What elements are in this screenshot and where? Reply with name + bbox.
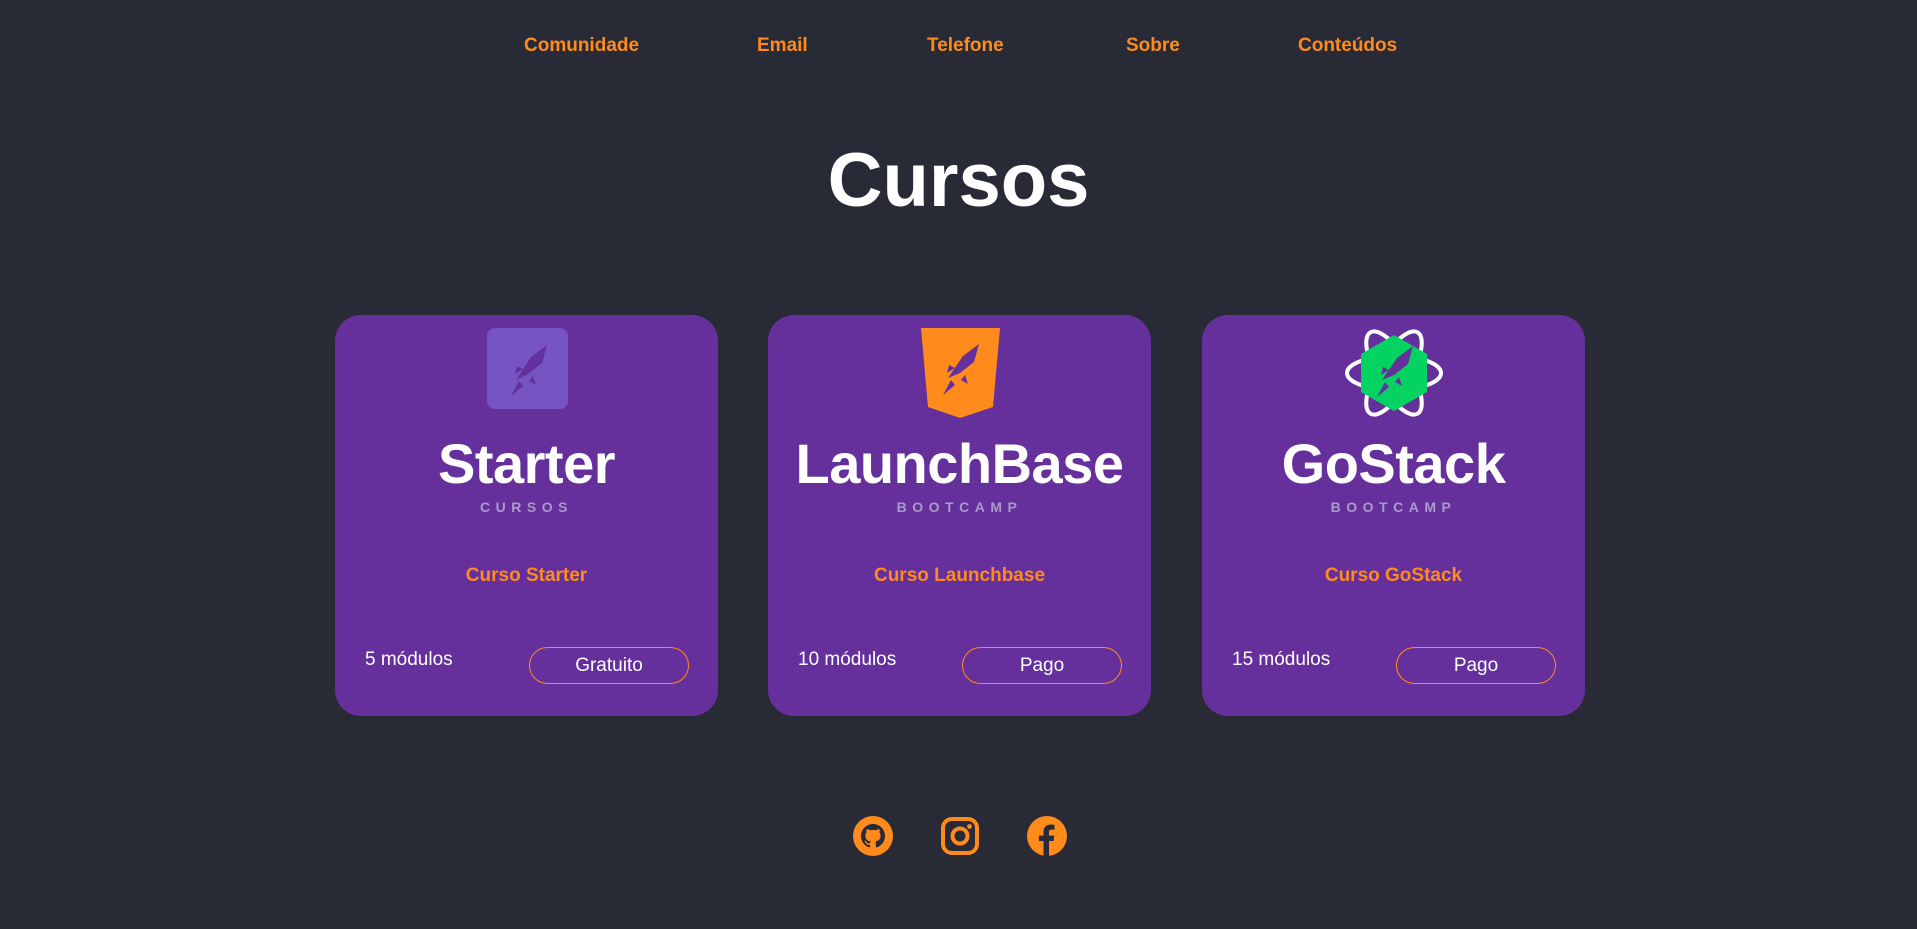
starter-logo-icon <box>475 327 579 421</box>
nav-link-telefone[interactable]: Telefone <box>927 34 1004 58</box>
nav-link-comunidade[interactable]: Comunidade <box>524 34 639 58</box>
page-title: Cursos <box>827 138 1090 223</box>
facebook-icon[interactable] <box>1027 816 1067 856</box>
card-subtitle: BOOTCAMP <box>896 499 1023 515</box>
card-modules-count: 15 módulos <box>1232 649 1331 670</box>
page: Comunidade Email Telefone Sobre Conteúdo… <box>0 0 1917 929</box>
course-card-gostack[interactable]: GoStack BOOTCAMP Curso GoStack 15 módulo… <box>1202 315 1585 716</box>
nav-link-email[interactable]: Email <box>757 34 808 58</box>
card-course-name: Curso Starter <box>465 565 588 586</box>
top-nav: Comunidade Email Telefone Sobre Conteúdo… <box>0 34 1917 58</box>
github-icon[interactable] <box>853 816 893 856</box>
card-title: Starter <box>437 432 616 495</box>
card-title: GoStack <box>1281 432 1506 495</box>
card-modules-count: 10 módulos <box>798 649 897 670</box>
card-modules-count: 5 módulos <box>365 649 453 670</box>
price-button[interactable]: Pago <box>962 647 1122 684</box>
card-title: LaunchBase <box>795 432 1125 495</box>
react-node-logo-icon <box>1342 327 1446 421</box>
course-card-launchbase[interactable]: LaunchBase BOOTCAMP Curso Launchbase 10 … <box>768 315 1151 716</box>
price-button[interactable]: Gratuito <box>529 647 689 684</box>
nav-link-sobre[interactable]: Sobre <box>1126 34 1180 58</box>
card-course-name: Curso Launchbase <box>873 565 1046 586</box>
course-card-starter[interactable]: Starter CURSOS Curso Starter 5 módulos G… <box>335 315 718 716</box>
card-subtitle: CURSOS <box>480 499 573 515</box>
card-subtitle: BOOTCAMP <box>1330 499 1457 515</box>
card-course-name: Curso GoStack <box>1324 565 1463 586</box>
price-button[interactable]: Pago <box>1396 647 1556 684</box>
instagram-icon[interactable] <box>940 816 980 856</box>
html5-shield-logo-icon <box>908 327 1012 421</box>
nav-link-conteudos[interactable]: Conteúdos <box>1298 34 1397 58</box>
